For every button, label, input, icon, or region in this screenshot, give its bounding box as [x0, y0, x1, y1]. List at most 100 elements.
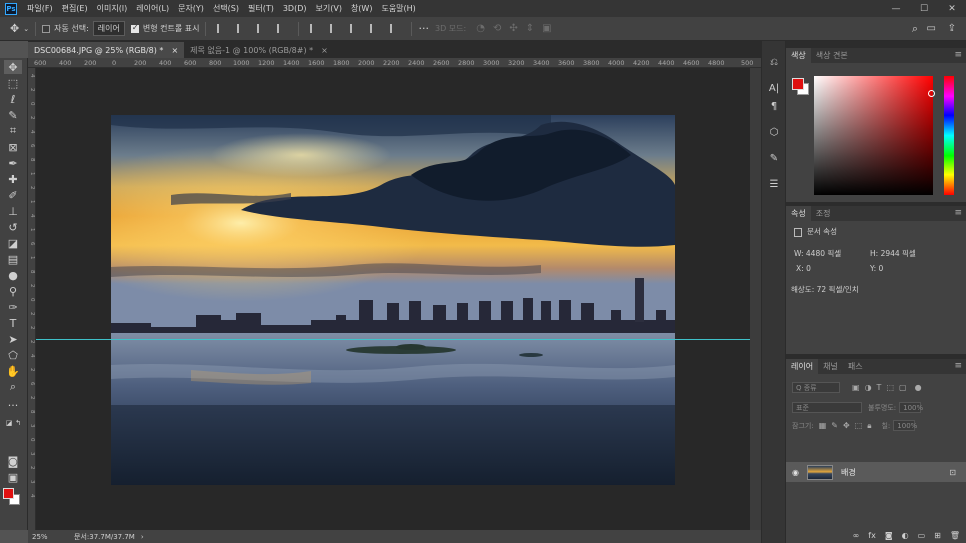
shape-tool-icon[interactable]: ⬠ — [4, 348, 22, 362]
crop-tool-icon[interactable]: ⌗ — [4, 124, 22, 138]
lock-position-icon[interactable]: ✥ — [843, 421, 850, 430]
move-tool-icon[interactable]: ✥ — [10, 22, 19, 35]
hue-slider[interactable] — [944, 76, 954, 195]
document-image[interactable] — [111, 115, 675, 485]
distribute-spacing-icon[interactable] — [390, 24, 400, 33]
tab-layers[interactable]: 레이어 — [786, 359, 819, 374]
color-picker-cursor[interactable] — [928, 90, 935, 97]
tab-document-2[interactable]: 제목 없음-1 @ 100% (RGB/8#) * × — [184, 42, 334, 58]
clone-stamp-tool-icon[interactable]: ⊥ — [4, 204, 22, 218]
tab-swatches[interactable]: 색상 견본 — [811, 48, 853, 63]
menu-layer[interactable]: 레이어(L) — [136, 3, 169, 14]
filter-smart-object-icon[interactable]: ▢ — [899, 383, 907, 392]
color-picker-field[interactable] — [814, 76, 933, 195]
filter-pixel-icon[interactable]: ▣ — [852, 383, 860, 392]
opacity-field[interactable]: 100% — [899, 402, 923, 413]
share-icon[interactable]: ⇪ — [948, 23, 956, 34]
path-selection-tool-icon[interactable]: ➤ — [4, 332, 22, 346]
align-right-icon[interactable] — [257, 24, 267, 33]
eraser-tool-icon[interactable]: ◪ — [4, 236, 22, 250]
align-middle-icon[interactable] — [330, 24, 340, 33]
blend-mode-dropdown[interactable]: 표준 — [792, 402, 862, 413]
more-options-icon[interactable]: ··· — [418, 22, 429, 35]
menu-view[interactable]: 보기(V) — [316, 3, 342, 14]
filter-adjustment-icon[interactable]: ◑ — [865, 383, 872, 392]
character-panel-icon[interactable]: A| — [767, 81, 781, 95]
close-tab-icon[interactable]: × — [321, 46, 328, 55]
tab-channels[interactable]: 채널 — [818, 359, 843, 374]
fill-field[interactable]: 100% — [893, 420, 917, 431]
zoom-tool-icon[interactable]: ⌕ — [4, 380, 22, 394]
move-tool-icon[interactable]: ✥ — [4, 60, 22, 74]
panel-menu-icon[interactable]: ≡ — [954, 50, 962, 60]
horizontal-ruler[interactable]: 600 400 200 0 200 400 600 800 1000 1200 … — [28, 58, 761, 68]
menu-select[interactable]: 선택(S) — [213, 3, 239, 14]
menu-3d[interactable]: 3D(D) — [283, 4, 307, 13]
paragraph-panel-icon[interactable]: ¶ — [767, 99, 781, 113]
status-menu-arrow[interactable]: › — [141, 533, 144, 541]
history-brush-tool-icon[interactable]: ↺ — [4, 220, 22, 234]
foreground-color-swatch[interactable] — [3, 488, 14, 499]
frame-tool-icon[interactable]: ⊠ — [4, 140, 22, 154]
align-bottom-icon[interactable] — [350, 24, 360, 33]
width-value[interactable]: 4480 픽셀 — [806, 249, 841, 258]
new-layer-icon[interactable]: ⊞ — [934, 531, 941, 540]
auto-select-checkbox[interactable] — [42, 24, 51, 33]
visibility-eye-icon[interactable]: ◉ — [792, 468, 802, 477]
y-value[interactable]: 0 — [879, 264, 884, 273]
gradient-tool-icon[interactable]: ▤ — [4, 252, 22, 266]
canvas-area[interactable] — [36, 68, 750, 530]
lock-all-icon[interactable]: 🔒︎ — [867, 421, 871, 431]
distribute-icon[interactable] — [277, 24, 287, 33]
filter-type-icon[interactable]: T — [877, 383, 882, 392]
menu-edit[interactable]: 편집(E) — [62, 3, 88, 14]
align-center-icon[interactable] — [237, 24, 247, 33]
marquee-tool-icon[interactable]: ⬚ — [4, 76, 22, 90]
vertical-ruler[interactable]: 4 2 0 2 4 6 8 1 2 1 4 1 6 1 8 2 0 2 2 2 … — [28, 68, 36, 530]
menu-image[interactable]: 이미지(I) — [97, 3, 128, 14]
align-top-icon[interactable] — [310, 24, 320, 33]
close-button[interactable]: ✕ — [938, 0, 966, 17]
healing-brush-tool-icon[interactable]: ✚ — [4, 172, 22, 186]
new-group-icon[interactable]: ▭ — [918, 531, 926, 540]
screen-mode-icon[interactable]: ▣ — [4, 470, 22, 484]
quick-mask-icon[interactable]: ◙ — [4, 454, 22, 468]
minimize-button[interactable]: — — [882, 0, 910, 17]
menu-filter[interactable]: 필터(T) — [248, 3, 274, 14]
lasso-tool-icon[interactable]: ℓ — [4, 92, 22, 106]
delete-layer-icon[interactable]: 🗑︎ — [950, 531, 960, 540]
close-tab-icon[interactable]: × — [171, 46, 178, 55]
tab-adjustments[interactable]: 조정 — [811, 206, 836, 221]
brush-settings-icon[interactable]: ✎ — [767, 151, 781, 165]
height-value[interactable]: 2944 픽셀 — [881, 249, 916, 258]
add-mask-icon[interactable]: ◙ — [885, 531, 893, 540]
tab-document-1[interactable]: DSC00684.JPG @ 25% (RGB/8) * × — [28, 42, 185, 58]
layer-filter-dropdown[interactable]: Q 종류 — [792, 382, 840, 393]
distribute-vertical-icon[interactable] — [370, 24, 380, 33]
foreground-color-swatch[interactable] — [792, 78, 804, 90]
tab-properties[interactable]: 속성 — [786, 206, 811, 221]
filter-shape-icon[interactable]: ⬚ — [886, 383, 894, 392]
transform-controls-checkbox[interactable] — [130, 23, 139, 33]
dodge-tool-icon[interactable]: ⚲ — [4, 284, 22, 298]
menu-window[interactable]: 창(W) — [351, 3, 373, 14]
tab-paths[interactable]: 패스 — [843, 359, 868, 374]
adjustments-panel-icon[interactable]: ☰ — [767, 177, 781, 191]
layer-row[interactable]: ◉ 배경 ⊡ — [786, 462, 966, 482]
tab-color[interactable]: 색상 — [786, 48, 811, 63]
filter-toggle-icon[interactable]: ● — [915, 383, 922, 392]
x-value[interactable]: 0 — [806, 264, 811, 273]
edit-toolbar-icon[interactable]: ··· — [4, 398, 22, 412]
brush-tool-icon[interactable]: ✐ — [4, 188, 22, 202]
vertical-scrollbar[interactable] — [750, 68, 761, 530]
layer-name[interactable]: 배경 — [841, 467, 856, 478]
horizontal-guide[interactable] — [36, 339, 750, 340]
link-layers-icon[interactable]: ∞ — [853, 531, 860, 540]
swap-colors-icon[interactable]: ↰ — [13, 416, 23, 430]
lock-transparent-icon[interactable]: ▦ — [819, 421, 827, 430]
auto-select-target-dropdown[interactable]: 레이어 — [92, 21, 125, 36]
workspace-icon[interactable]: ▭ — [927, 23, 936, 34]
lock-image-icon[interactable]: ✎ — [831, 421, 838, 430]
blur-tool-icon[interactable]: ● — [4, 268, 22, 282]
maximize-button[interactable]: ☐ — [910, 0, 938, 17]
